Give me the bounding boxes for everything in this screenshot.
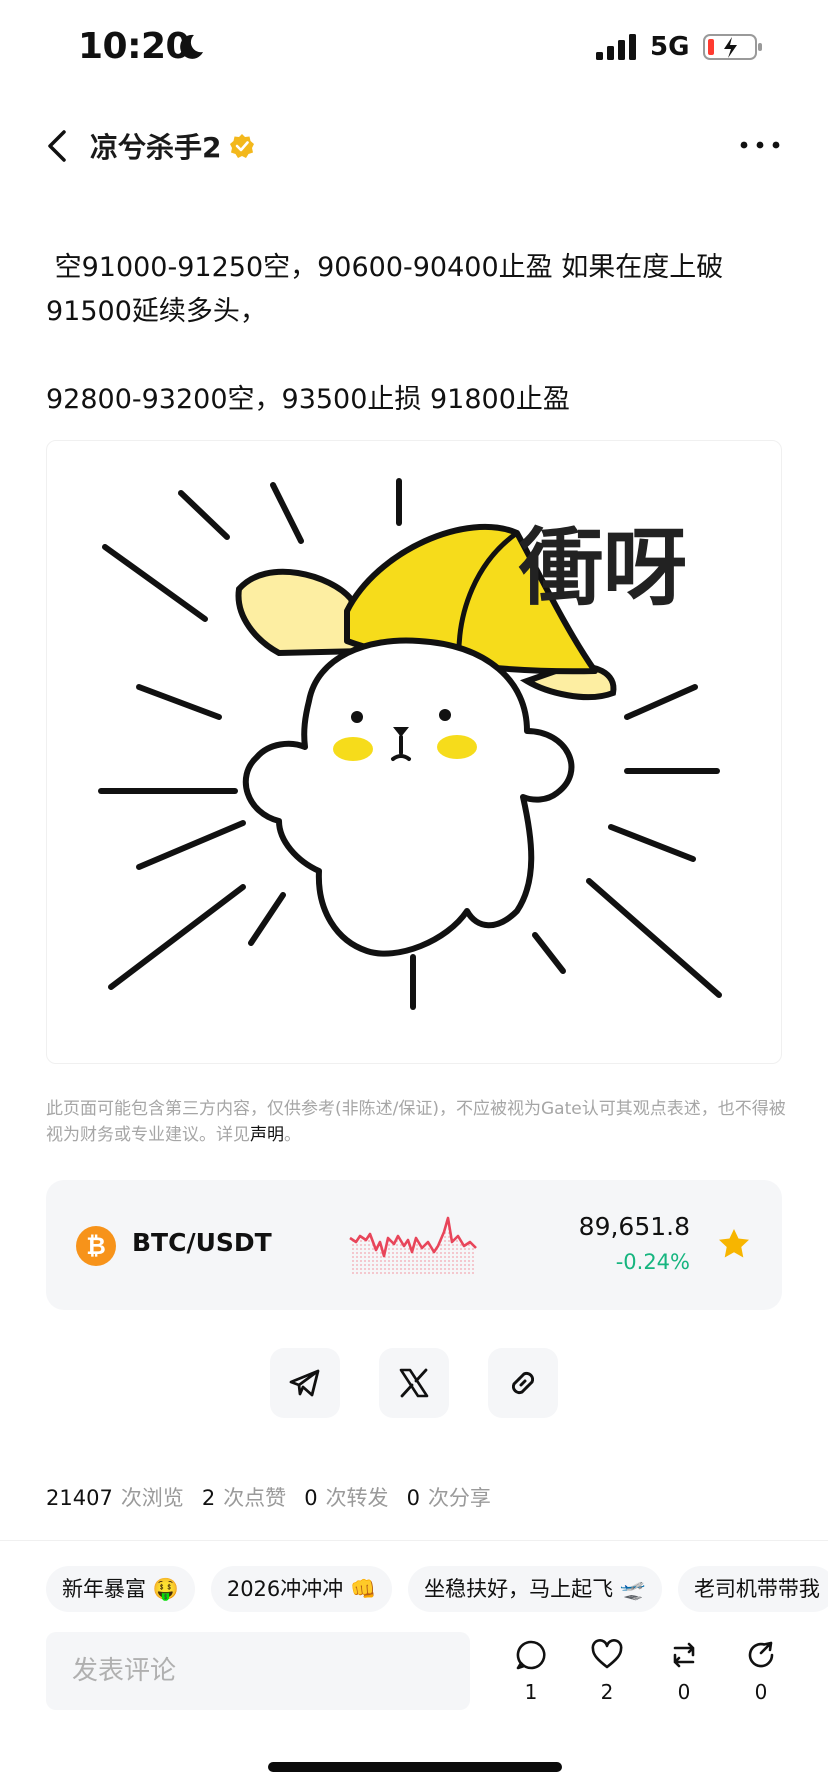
price-sparkline bbox=[349, 1216, 477, 1276]
x-logo-icon bbox=[399, 1368, 429, 1398]
comment-input[interactable]: 发表评论 bbox=[46, 1632, 470, 1710]
disclaimer-text: 此页面可能包含第三方内容，仅供参考(非陈述/保证)，不应被视为Gate认可其观点… bbox=[46, 1099, 786, 1145]
post-body: 空91000-91250空，90600-90400止盈 如果在度上破91500延… bbox=[46, 246, 786, 422]
disclaimer: 此页面可能包含第三方内容，仅供参考(非陈述/保证)，不应被视为Gate认可其观点… bbox=[46, 1096, 786, 1148]
disclaimer-end: 。 bbox=[284, 1125, 301, 1145]
bitcoin-icon: ₿ bbox=[76, 1226, 116, 1266]
home-indicator bbox=[268, 1762, 562, 1772]
sticker-caption: 衝呀 bbox=[518, 519, 687, 617]
ticker-price: 89,651.8 bbox=[578, 1212, 690, 1241]
share-telegram-button[interactable] bbox=[270, 1348, 340, 1418]
network-label: 5G bbox=[650, 32, 690, 62]
banana-bunny-sticker: 衝呀 bbox=[98, 478, 722, 1010]
signal-icon bbox=[596, 34, 636, 60]
moon-icon bbox=[180, 34, 203, 59]
ticker-change: -0.24% bbox=[615, 1250, 690, 1274]
post-line-1: 空91000-91250空，90600-90400止盈 如果在度上破91500延… bbox=[46, 252, 724, 327]
post-line-2: 92800-93200空，93500止损 91800止盈 bbox=[46, 384, 570, 415]
more-options-icon[interactable] bbox=[738, 130, 782, 160]
like-count: 2 bbox=[600, 1680, 614, 1704]
divider bbox=[0, 1540, 828, 1541]
repost-action[interactable]: 0 bbox=[659, 1638, 709, 1704]
back-arrow-icon[interactable] bbox=[44, 128, 72, 164]
quick-tags: 新年暴富 🤑 2026冲冲冲 👊 坐稳扶好，马上起飞 🛫 老司机带带我 bbox=[46, 1566, 828, 1612]
battery-charging-icon bbox=[703, 34, 762, 60]
stat-views: 21407 次浏览 bbox=[46, 1486, 184, 1510]
post-stats: 21407 次浏览 2 次点赞 0 次转发 0 次分享 bbox=[46, 1482, 491, 1512]
author-info[interactable]: 凉兮杀手2 bbox=[90, 126, 255, 166]
post-image[interactable]: 衝呀 bbox=[46, 440, 782, 1064]
like-action[interactable]: 2 bbox=[582, 1638, 632, 1704]
quick-tag[interactable]: 老司机带带我 bbox=[677, 1566, 828, 1612]
quick-tag[interactable]: 新年暴富 🤑 bbox=[46, 1566, 195, 1612]
ticker-pair[interactable]: BTC/USDT bbox=[132, 1228, 272, 1257]
status-bar: 10:20 5G bbox=[0, 0, 828, 100]
top-nav: 凉兮杀手2 bbox=[0, 110, 828, 180]
share-icon bbox=[748, 1641, 774, 1668]
share-count: 0 bbox=[754, 1680, 768, 1704]
share-x-button[interactable] bbox=[379, 1348, 449, 1418]
stat-shares: 0 次分享 bbox=[406, 1486, 491, 1510]
stat-reposts: 0 次转发 bbox=[304, 1486, 389, 1510]
heart-icon bbox=[591, 1639, 623, 1669]
repost-count: 0 bbox=[677, 1680, 691, 1704]
share-action[interactable]: 0 bbox=[736, 1638, 786, 1704]
comment-count: 1 bbox=[524, 1680, 538, 1704]
favorite-star-icon[interactable] bbox=[716, 1226, 752, 1262]
status-time: 10:20 bbox=[78, 26, 191, 67]
telegram-icon bbox=[289, 1369, 320, 1397]
repost-icon bbox=[673, 1642, 695, 1668]
quick-tag[interactable]: 坐稳扶好，马上起飞 🛫 bbox=[408, 1566, 662, 1612]
comment-action[interactable]: 1 bbox=[506, 1638, 556, 1704]
ticker-card[interactable]: ₿ BTC/USDT 89,651.8 -0.24% bbox=[46, 1180, 782, 1310]
comment-icon bbox=[516, 1640, 546, 1670]
quick-tag[interactable]: 2026冲冲冲 👊 bbox=[210, 1566, 393, 1612]
link-icon bbox=[511, 1371, 535, 1395]
stat-likes: 2 次点赞 bbox=[201, 1486, 287, 1510]
copy-link-button[interactable] bbox=[488, 1348, 558, 1418]
verified-badge-icon bbox=[230, 134, 255, 158]
disclaimer-link[interactable]: 声明 bbox=[250, 1125, 284, 1145]
author-name[interactable]: 凉兮杀手2 bbox=[90, 126, 221, 166]
